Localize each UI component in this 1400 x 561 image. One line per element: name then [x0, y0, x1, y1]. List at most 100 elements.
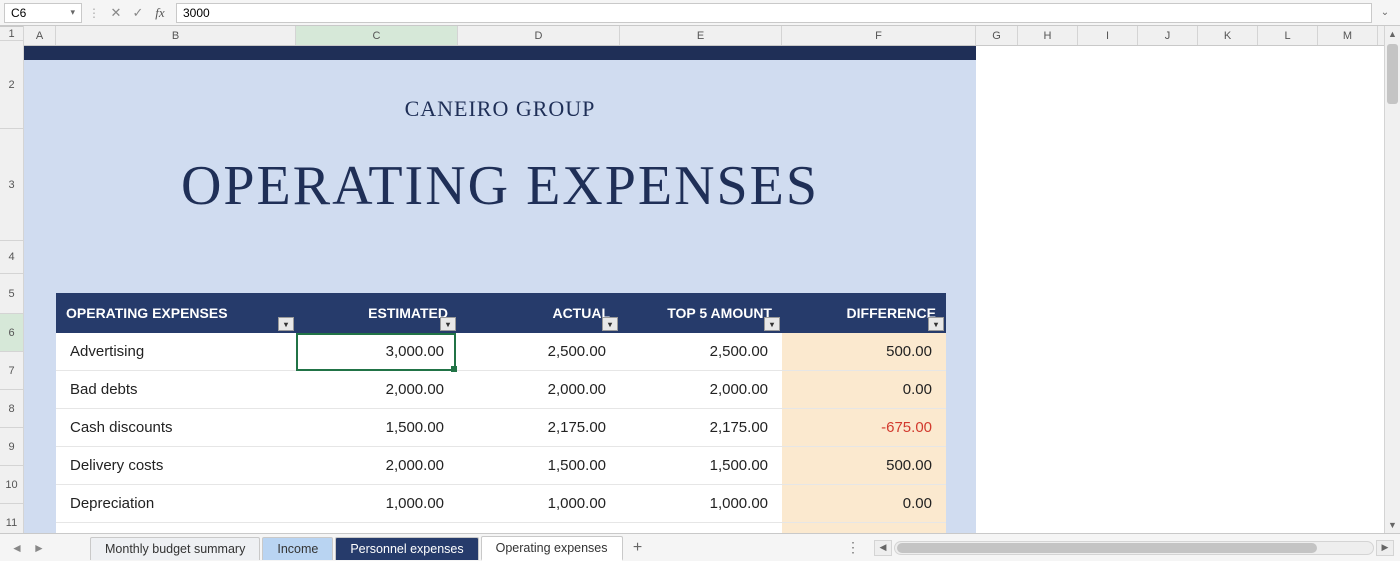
row-header-4[interactable]: 4	[0, 241, 23, 274]
expense-name-cell[interactable]: Advertising	[56, 333, 296, 371]
top5-cell[interactable]: 525.00	[620, 523, 782, 533]
col-header-actual[interactable]: ACTUAL ▾	[458, 293, 620, 333]
estimated-cell[interactable]: 2,000.00	[296, 447, 458, 485]
column-header-H[interactable]: H	[1018, 26, 1078, 45]
difference-cell[interactable]: 500.00	[782, 447, 946, 485]
column-header-C[interactable]: C	[296, 26, 458, 45]
col-header-top5[interactable]: TOP 5 AMOUNT ▾	[620, 293, 782, 333]
cancel-button[interactable]: ✕	[106, 3, 126, 23]
expense-name-cell[interactable]: Bad debts	[56, 371, 296, 409]
top5-cell[interactable]: 2,500.00	[620, 333, 782, 371]
horizontal-scrollbar[interactable]: ◀ ▶	[874, 540, 1394, 556]
actual-cell[interactable]: 2,175.00	[458, 409, 620, 447]
col-header-label: TOP 5 AMOUNT	[667, 305, 772, 321]
sheet-tab[interactable]: Personnel expenses	[335, 537, 478, 560]
difference-cell[interactable]: 0.00	[782, 485, 946, 523]
enter-button[interactable]: ✓	[128, 3, 148, 23]
formula-value: 3000	[183, 6, 210, 20]
column-header-M[interactable]: M	[1318, 26, 1378, 45]
column-header-J[interactable]: J	[1138, 26, 1198, 45]
separator: ⋮	[84, 6, 104, 20]
row-header-3[interactable]: 3	[0, 129, 23, 241]
vertical-scrollbar[interactable]: ▲ ▼	[1384, 26, 1400, 533]
tab-prev-button[interactable]: ◄	[6, 537, 28, 559]
actual-cell[interactable]: 2,000.00	[458, 371, 620, 409]
expand-formula-bar-button[interactable]: ⌄	[1374, 3, 1396, 23]
col-header-estimated[interactable]: ESTIMATED ▾	[296, 293, 458, 333]
estimated-cell[interactable]: 500.00	[296, 523, 458, 533]
scroll-right-icon[interactable]: ▶	[1376, 540, 1394, 556]
expense-name-cell[interactable]: Depreciation	[56, 485, 296, 523]
sheet-canvas[interactable]: CANEIRO GROUP OPERATING EXPENSES OPERATI…	[24, 46, 1384, 533]
row-header-9[interactable]: 9	[0, 428, 23, 466]
tab-menu-button[interactable]: ⋮	[838, 539, 868, 556]
cell-reference: C6	[11, 6, 26, 20]
column-header-L[interactable]: L	[1258, 26, 1318, 45]
sheet-tab[interactable]: Income	[262, 537, 333, 560]
actual-cell[interactable]: 525.00	[458, 523, 620, 533]
top5-cell[interactable]: 2,175.00	[620, 409, 782, 447]
row-header-10[interactable]: 10	[0, 466, 23, 504]
table-row: Dues and subscriptions500.00525.00525.00…	[56, 523, 946, 533]
difference-cell[interactable]: -25.00	[782, 523, 946, 533]
sheet-tab[interactable]: Operating expenses	[481, 536, 623, 561]
estimated-cell[interactable]: 1,500.00	[296, 409, 458, 447]
actual-cell[interactable]: 1,000.00	[458, 485, 620, 523]
scroll-left-icon[interactable]: ◀	[874, 540, 892, 556]
chevron-down-icon: ⌄	[1381, 7, 1389, 18]
difference-cell[interactable]: 500.00	[782, 333, 946, 371]
column-header-F[interactable]: F	[782, 26, 976, 45]
column-headers: ABCDEFGHIJKLM	[24, 26, 1384, 46]
filter-icon[interactable]: ▾	[928, 317, 944, 331]
table-row: Advertising3,000.002,500.002,500.00500.0…	[56, 333, 946, 371]
expense-name-cell[interactable]: Cash discounts	[56, 409, 296, 447]
actual-cell[interactable]: 1,500.00	[458, 447, 620, 485]
row-header-5[interactable]: 5	[0, 274, 23, 314]
filter-icon[interactable]: ▾	[278, 317, 294, 331]
col-header-difference[interactable]: DIFFERENCE ▾	[782, 293, 946, 333]
scroll-up-icon[interactable]: ▲	[1385, 26, 1400, 42]
expense-name-cell[interactable]: Delivery costs	[56, 447, 296, 485]
column-header-A[interactable]: A	[24, 26, 56, 45]
check-icon: ✓	[133, 5, 144, 21]
filter-icon[interactable]: ▾	[440, 317, 456, 331]
row-header-7[interactable]: 7	[0, 352, 23, 390]
top5-cell[interactable]: 2,000.00	[620, 371, 782, 409]
top5-cell[interactable]: 1,000.00	[620, 485, 782, 523]
column-header-K[interactable]: K	[1198, 26, 1258, 45]
add-sheet-button[interactable]: +	[625, 537, 651, 559]
column-header-G[interactable]: G	[976, 26, 1018, 45]
name-box[interactable]: C6 ▾	[4, 3, 82, 23]
filter-icon[interactable]: ▾	[764, 317, 780, 331]
col-header-label: OPERATING EXPENSES	[66, 305, 228, 321]
sheet-tabs-bar: ◄ ► Monthly budget summaryIncomePersonne…	[0, 533, 1400, 561]
difference-cell[interactable]: 0.00	[782, 371, 946, 409]
row-header-1[interactable]: 1	[0, 27, 23, 41]
difference-cell[interactable]: -675.00	[782, 409, 946, 447]
estimated-cell[interactable]: 3,000.00	[296, 333, 458, 371]
scrollbar-thumb[interactable]	[1387, 44, 1398, 104]
actual-cell[interactable]: 2,500.00	[458, 333, 620, 371]
formula-input[interactable]: 3000	[176, 3, 1372, 23]
row-header-2[interactable]: 2	[0, 41, 23, 129]
col-header-name[interactable]: OPERATING EXPENSES ▾	[56, 293, 296, 333]
scrollbar-track[interactable]	[894, 541, 1374, 555]
insert-function-button[interactable]: fx	[150, 3, 170, 23]
column-header-D[interactable]: D	[458, 26, 620, 45]
filter-icon[interactable]: ▾	[602, 317, 618, 331]
top5-cell[interactable]: 1,500.00	[620, 447, 782, 485]
column-header-B[interactable]: B	[56, 26, 296, 45]
table-header-row: OPERATING EXPENSES ▾ ESTIMATED ▾ ACTUAL …	[56, 293, 946, 333]
sheet-tab[interactable]: Monthly budget summary	[90, 537, 260, 560]
scrollbar-thumb[interactable]	[897, 543, 1317, 553]
estimated-cell[interactable]: 2,000.00	[296, 371, 458, 409]
operating-expenses-table: OPERATING EXPENSES ▾ ESTIMATED ▾ ACTUAL …	[56, 293, 946, 533]
scroll-down-icon[interactable]: ▼	[1385, 517, 1400, 533]
row-header-8[interactable]: 8	[0, 390, 23, 428]
column-header-I[interactable]: I	[1078, 26, 1138, 45]
expense-name-cell[interactable]: Dues and subscriptions	[56, 523, 296, 533]
row-header-6[interactable]: 6	[0, 314, 23, 352]
tab-next-button[interactable]: ►	[28, 537, 50, 559]
estimated-cell[interactable]: 1,000.00	[296, 485, 458, 523]
column-header-E[interactable]: E	[620, 26, 782, 45]
